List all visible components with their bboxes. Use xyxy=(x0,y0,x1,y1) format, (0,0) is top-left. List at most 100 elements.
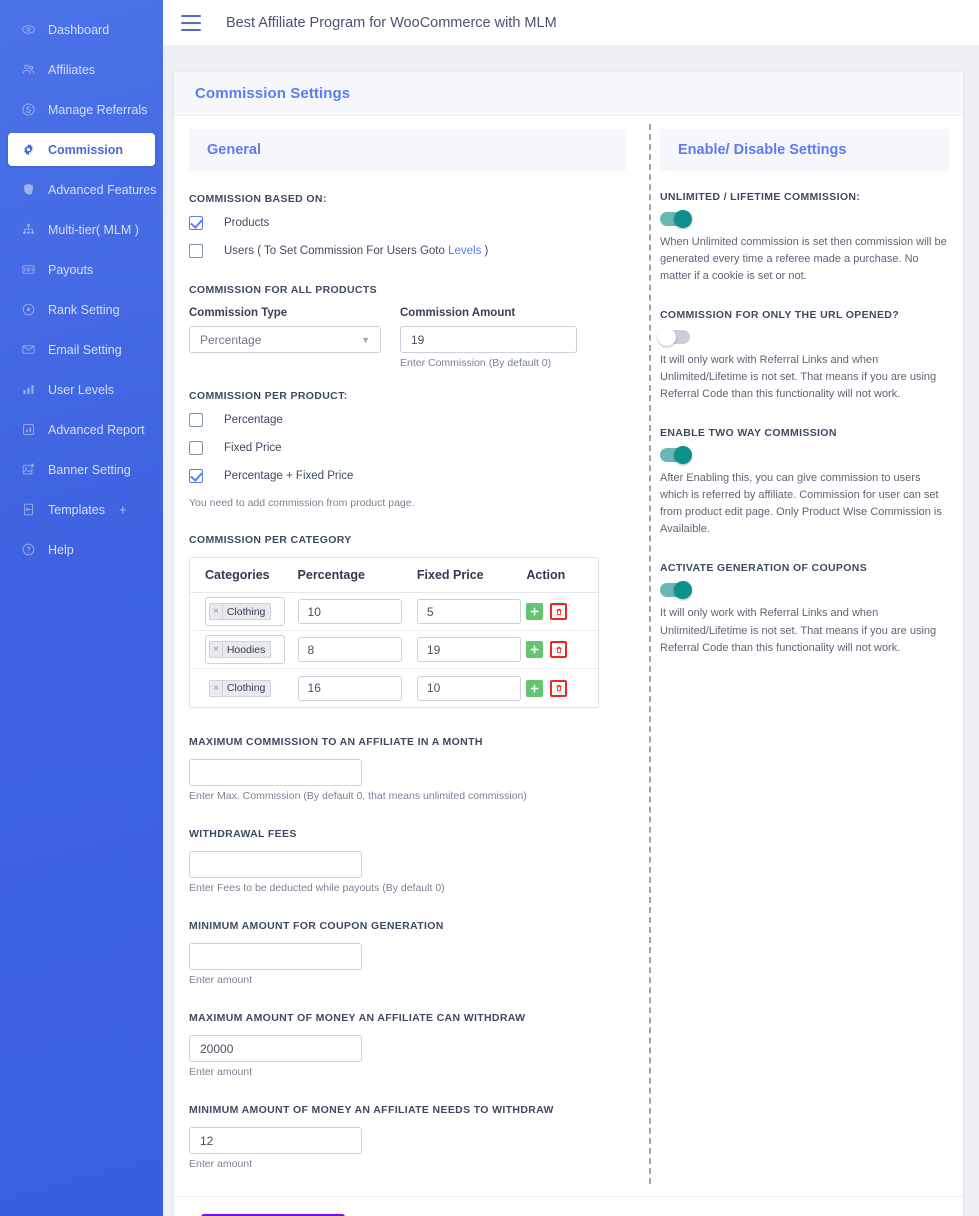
sidebar-item-templates[interactable]: Templates + xyxy=(8,493,155,526)
percentage-fixed-checkbox[interactable] xyxy=(189,469,203,483)
delete-row-button[interactable] xyxy=(550,603,568,620)
percentage-label: Percentage xyxy=(224,414,283,426)
percentage-fixed-label: Percentage + Fixed Price xyxy=(224,470,354,482)
sidebar-nav-list: Dashboard Affiliates Manage Referrals Commi… xyxy=(0,6,163,566)
toggle-switch[interactable] xyxy=(658,328,690,347)
commission-amount-input[interactable]: 19 xyxy=(400,326,577,353)
commission-type-value: Percentage xyxy=(200,332,262,347)
users-label-after: ) xyxy=(481,245,489,257)
products-label: Products xyxy=(224,217,270,229)
toggle-group: ENABLE TWO WAY COMMISSION After Enabling … xyxy=(660,427,949,538)
table-row: × Clothing 16 10 xyxy=(190,669,598,707)
commission-all-products-group: COMMISSION FOR ALL PRODUCTS Commission T… xyxy=(189,284,626,369)
checkbox-row-percentage-fixed[interactable]: Percentage + Fixed Price xyxy=(189,469,626,483)
category-select[interactable]: × Hoodies xyxy=(205,635,285,664)
sidebar-item-add-icon[interactable]: + xyxy=(119,502,127,517)
sidebar-item-rank-setting[interactable]: Rank Setting xyxy=(8,293,155,326)
sidebar-item-advanced-features[interactable]: Advanced Features xyxy=(8,173,157,206)
sidebar-item-label: Advanced Report xyxy=(48,422,145,437)
sidebar-item-affiliates[interactable]: Affiliates xyxy=(8,53,155,86)
field-input[interactable]: 20000 xyxy=(189,1035,362,1062)
sidebar-item-user-levels[interactable]: User Levels xyxy=(8,373,155,406)
category-commission-table: Categories Percentage Fixed Price Action… xyxy=(189,557,599,708)
sidebar: Dashboard Affiliates Manage Referrals Commi… xyxy=(0,0,163,1216)
sidebar-item-label: Commission xyxy=(48,142,124,157)
remove-category-icon[interactable]: × xyxy=(210,604,223,619)
general-panel-header: General xyxy=(189,129,626,171)
add-row-button[interactable] xyxy=(526,603,544,620)
column-divider xyxy=(649,124,651,1184)
checkbox-row-percentage[interactable]: Percentage xyxy=(189,413,626,427)
sidebar-item-label: User Levels xyxy=(48,382,114,397)
envelope-icon xyxy=(20,341,37,358)
checkbox-row-products[interactable]: Products xyxy=(189,216,626,230)
sidebar-item-label: Advanced Features xyxy=(48,182,157,197)
field-hint: Enter amount xyxy=(189,974,253,986)
users-checkbox[interactable] xyxy=(189,244,203,258)
commission-type-label: Commission Type xyxy=(189,307,288,319)
toggle-switch[interactable] xyxy=(660,446,692,465)
sidebar-item-dashboard[interactable]: Dashboard xyxy=(8,13,155,46)
column-header-action: Action xyxy=(526,568,566,582)
remove-category-icon[interactable]: × xyxy=(210,680,223,696)
people-icon xyxy=(20,61,37,78)
general-panel-title: General xyxy=(207,142,261,158)
field-input[interactable]: 12 xyxy=(189,1127,362,1154)
delete-row-button[interactable] xyxy=(550,641,568,658)
fixed-price-input[interactable]: 19 xyxy=(416,637,521,662)
field-input[interactable] xyxy=(189,851,362,878)
field-block: WITHDRAWAL FEES Enter Fees to be deducted… xyxy=(189,828,626,894)
toggle-switch[interactable] xyxy=(660,210,692,228)
percentage-input[interactable]: 10 xyxy=(297,599,402,624)
fixed-price-input[interactable]: 5 xyxy=(416,599,521,624)
toggle-knob xyxy=(674,446,692,465)
commission-per-category-label: COMMISSION PER CATEGORY xyxy=(189,534,352,546)
percentage-checkbox[interactable] xyxy=(189,413,203,427)
category-select[interactable]: × Clothing xyxy=(205,597,285,626)
delete-row-button[interactable] xyxy=(550,679,568,697)
fixed-price-input[interactable]: 10 xyxy=(416,675,521,701)
levels-link[interactable]: Levels xyxy=(448,245,481,257)
toggle-switch[interactable] xyxy=(660,581,692,600)
table-body: × Clothing 10 5 × Hoodies 8 19 × Clothing 16 10 xyxy=(190,593,598,707)
toggle-description: It will only work with Referral Links an… xyxy=(660,354,937,401)
users-label-before: Users ( To Set Commission For Users Goto xyxy=(224,245,449,257)
sidebar-item-email-setting[interactable]: Email Setting xyxy=(8,333,155,366)
commission-based-on-label: COMMISSION BASED ON: xyxy=(189,193,327,205)
page-title: Best Affiliate Program for WooCommerce w… xyxy=(226,14,557,31)
products-checkbox[interactable] xyxy=(189,216,203,230)
banknote-icon xyxy=(20,261,37,278)
remove-category-icon[interactable]: × xyxy=(210,642,223,657)
field-label: MAXIMUM AMOUNT OF MONEY AN AFFILIATE CAN… xyxy=(189,1012,526,1024)
percentage-input[interactable]: 16 xyxy=(297,675,402,701)
sidebar-item-advanced-report[interactable]: Advanced Report xyxy=(8,413,155,446)
sidebar-item-payouts[interactable]: Payouts xyxy=(8,253,155,286)
sidebar-item-label: Banner Setting xyxy=(48,462,131,477)
sidebar-item-help[interactable]: Help xyxy=(8,533,155,566)
percentage-input[interactable]: 8 xyxy=(297,637,402,662)
sidebar-item-manage-referrals[interactable]: Manage Referrals xyxy=(8,93,155,126)
field-label: MAXIMUM COMMISSION TO AN AFFILIATE IN A … xyxy=(189,736,483,748)
toggle-list: UNLIMITED / LIFETIME COMMISSION: When Unl… xyxy=(658,191,949,657)
commission-type-select[interactable]: Percentage ▼ xyxy=(189,326,381,353)
sidebar-item-commission[interactable]: Commission xyxy=(8,133,155,166)
fixed-price-checkbox[interactable] xyxy=(189,441,203,455)
add-row-button[interactable] xyxy=(526,641,544,658)
sidebar-item-label: Multi-tier( MLM ) xyxy=(48,222,139,237)
chevron-down-icon: ▼ xyxy=(361,334,370,345)
sidebar-item-banner-setting[interactable]: Banner Setting xyxy=(8,453,155,486)
hamburger-icon[interactable] xyxy=(181,14,201,31)
field-input[interactable] xyxy=(189,759,362,786)
sidebar-item-multi-tier-mlm[interactable]: Multi-tier( MLM ) xyxy=(8,213,155,246)
enable-disable-panel-title: Enable/ Disable Settings xyxy=(678,142,847,158)
checkbox-row-fixed-price[interactable]: Fixed Price xyxy=(189,441,626,455)
checkbox-row-users[interactable]: Users ( To Set Commission For Users Goto… xyxy=(189,244,626,258)
card-header: Commission Settings xyxy=(174,72,963,116)
toggle-group: UNLIMITED / LIFETIME COMMISSION: When Unl… xyxy=(660,191,949,285)
add-row-button[interactable] xyxy=(526,679,544,697)
field-input[interactable] xyxy=(189,943,362,970)
category-select[interactable]: × Clothing xyxy=(205,673,285,703)
table-row: × Hoodies 8 19 xyxy=(190,631,598,669)
field-label: MINIMUM AMOUNT OF MONEY AN AFFILIATE NEE… xyxy=(189,1104,554,1116)
save-bar: SAVE CHANGES xyxy=(174,1196,963,1216)
